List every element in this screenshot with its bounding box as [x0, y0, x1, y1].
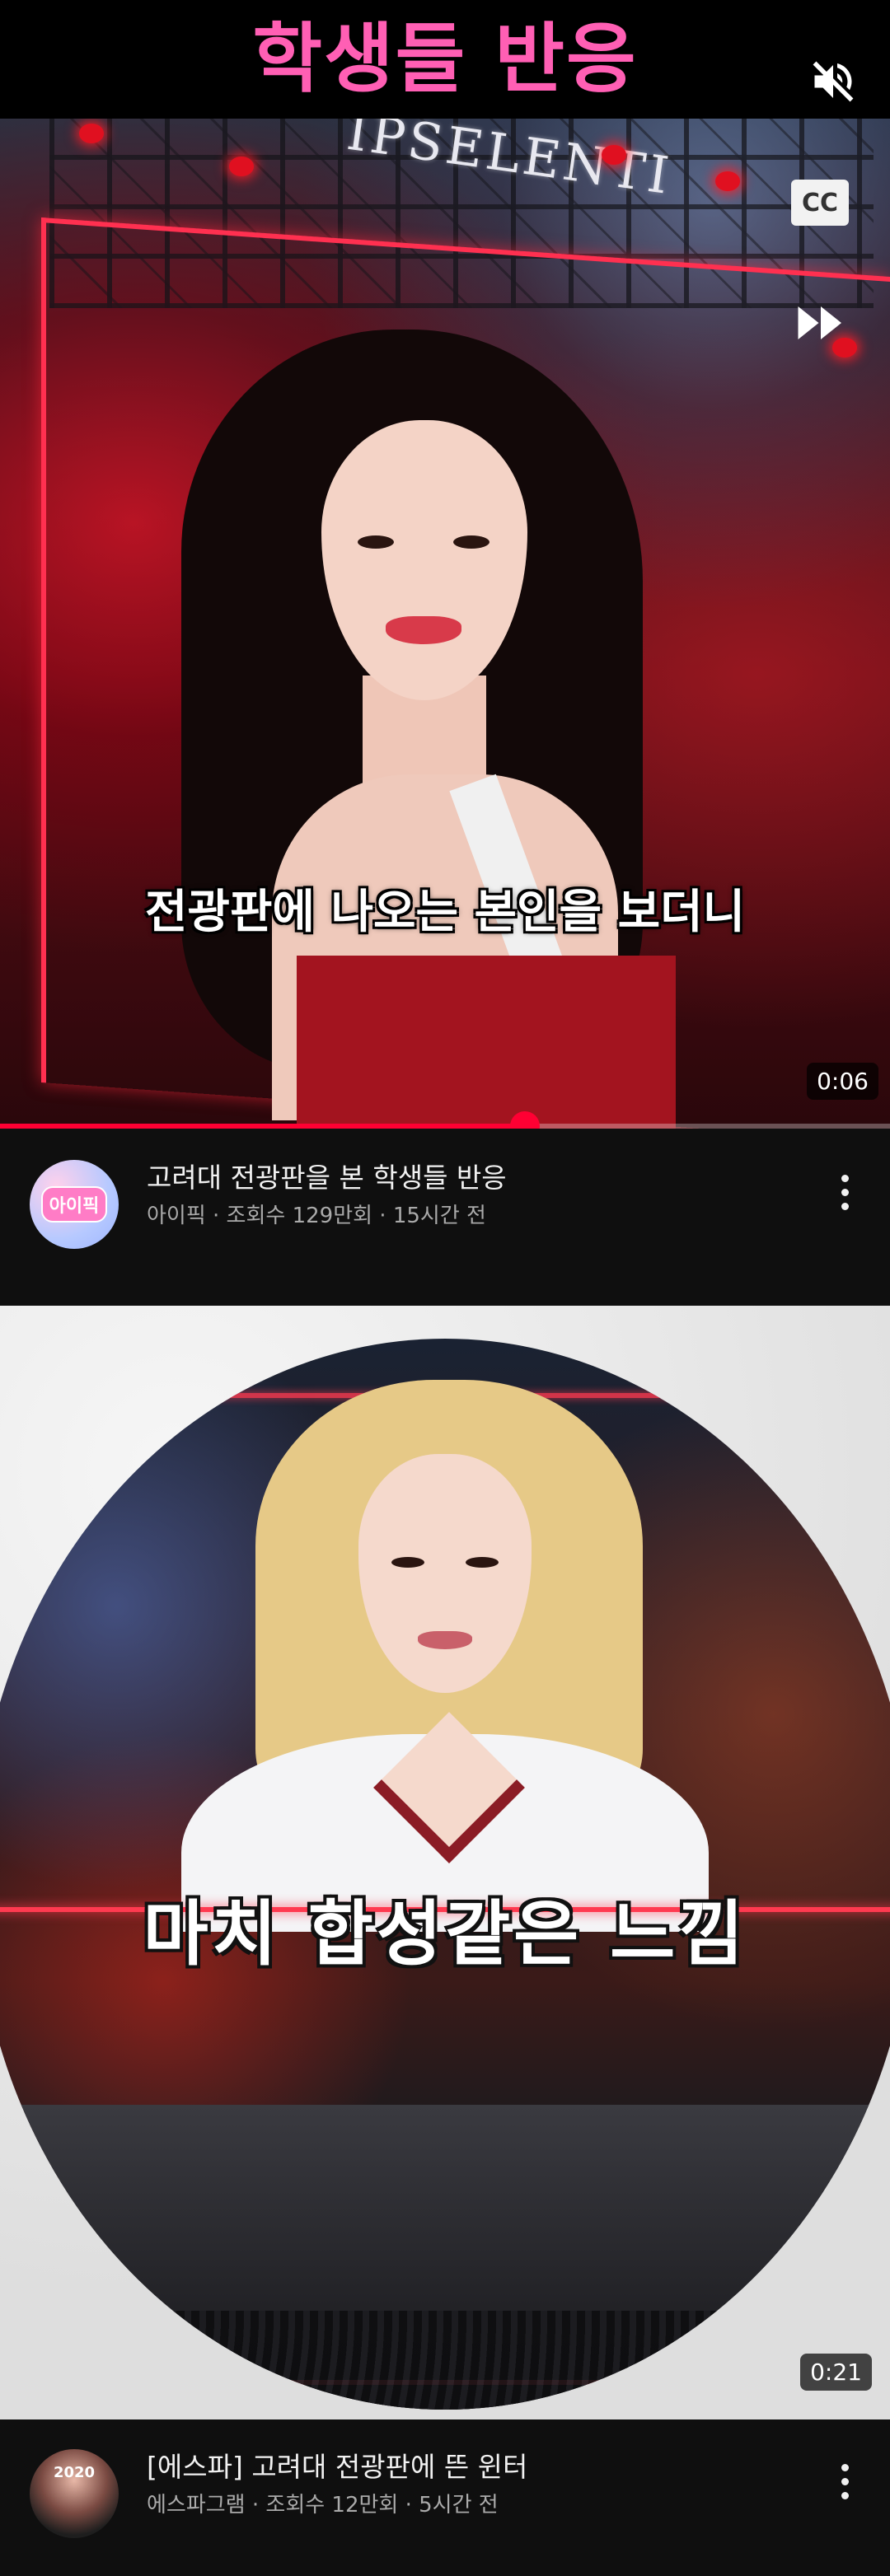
- stage-light: [715, 171, 740, 191]
- more-options-icon[interactable]: [824, 2452, 865, 2510]
- video-info-row[interactable]: 2020 [에스파] 고려대 전광판에 뜬 윈터 에스파그램 · 조회수 12만…: [0, 2419, 890, 2543]
- progress-bar[interactable]: [0, 1111, 890, 1129]
- video-duration-badge: 0:21: [800, 2354, 872, 2391]
- video-subtitle: 전광판에 나오는 본인을 보더니: [144, 886, 746, 939]
- channel-avatar-label: 아이픽: [40, 1186, 108, 1223]
- person-on-screen: [181, 330, 676, 1129]
- more-options-icon[interactable]: [824, 1163, 865, 1221]
- channel-avatar[interactable]: 아이픽: [30, 1160, 119, 1249]
- video-header-banner: 학생들 반응: [0, 0, 890, 119]
- elapsed-time-badge: 0:06: [807, 1063, 878, 1100]
- stage-light: [602, 145, 626, 165]
- person-in-thumbnail: [181, 1380, 709, 1932]
- stage-light: [79, 124, 104, 143]
- video-player[interactable]: 학생들 반응 IPSELENTI 전광판에 나오는 본인을 보더니 CC 0:0…: [0, 0, 890, 1129]
- channel-avatar[interactable]: 2020: [30, 2449, 119, 2538]
- volume-off-icon[interactable]: [799, 48, 867, 115]
- progress-bar-fill: [0, 1124, 526, 1129]
- video-title[interactable]: [에스파] 고려대 전광판에 뜬 윈터: [147, 2449, 527, 2485]
- closed-captions-icon[interactable]: CC: [791, 180, 849, 226]
- header-title: 학생들 반응: [252, 15, 638, 103]
- video-title[interactable]: 고려대 전광판을 본 학생들 반응: [147, 1160, 507, 1196]
- stage-light: [229, 157, 254, 176]
- video-info-row[interactable]: 아이픽 고려대 전광판을 본 학생들 반응 아이픽 · 조회수 129만회 · …: [0, 1129, 890, 1252]
- thumbnail-caption: 마치 합성같은 느낌: [143, 1893, 747, 1975]
- fast-forward-icon[interactable]: [794, 300, 847, 346]
- video-thumbnail[interactable]: 마치 합성같은 느낌 0:21: [0, 1306, 890, 2419]
- thumbnail-image: [0, 1339, 890, 2410]
- video-meta: 아이픽 · 조회수 129만회 · 15시간 전: [147, 1204, 486, 1228]
- video-meta: 에스파그램 · 조회수 12만회 · 5시간 전: [147, 2493, 499, 2518]
